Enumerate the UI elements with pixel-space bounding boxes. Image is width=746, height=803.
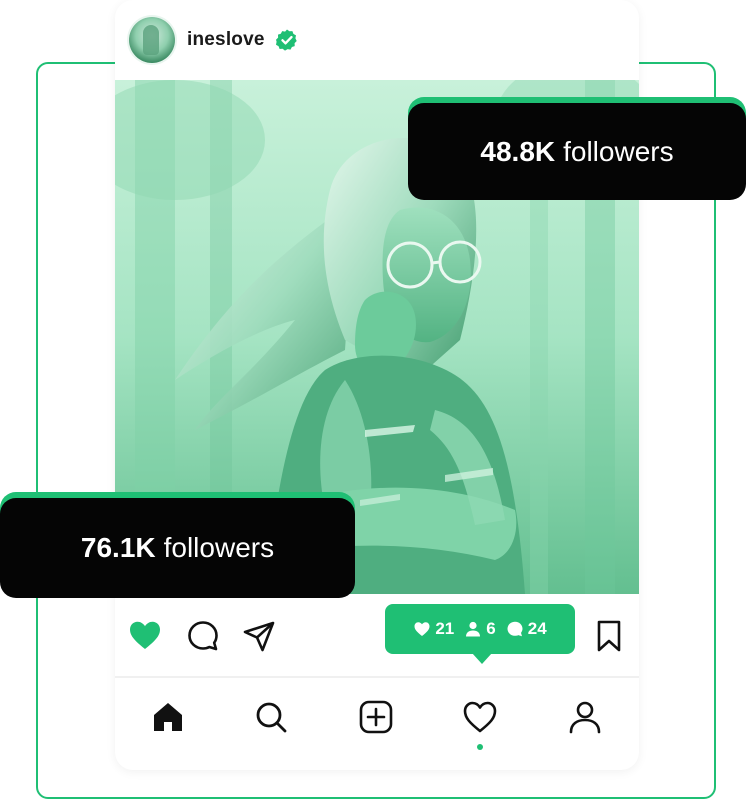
followers-badge-count: 48.8K	[480, 135, 556, 167]
person-icon	[466, 621, 481, 637]
likes-count: 21	[435, 619, 455, 638]
activity-stats-bubble[interactable]: 21 6 24	[385, 604, 575, 664]
active-tab-indicator	[477, 744, 483, 750]
post-actions: 21 6 24	[115, 600, 639, 672]
likes-stat: 21	[413, 619, 454, 639]
followers-badge-left: 76.1K followers	[0, 498, 355, 598]
followers-badge-right: 48.8K followers	[408, 103, 746, 200]
like-heart-icon[interactable]	[127, 618, 163, 654]
followers-badge-count: 76.1K	[80, 532, 156, 563]
comments-count: 24	[527, 619, 547, 638]
avatar[interactable]	[129, 17, 175, 63]
followers-count: 6	[486, 619, 496, 638]
followers-stat: 6	[464, 619, 496, 639]
add-post-icon[interactable]	[357, 698, 395, 736]
followers-badge-label: followers	[563, 135, 674, 167]
home-icon[interactable]	[149, 698, 187, 736]
search-icon[interactable]	[252, 698, 290, 736]
promo-stage: ineslove 21 6 24 48.8K followers 76.1K f…	[0, 0, 746, 803]
nav-divider	[115, 676, 639, 678]
post-header: ineslove	[129, 16, 299, 64]
profile-icon[interactable]	[566, 698, 604, 736]
comment-icon[interactable]	[185, 618, 221, 654]
bottom-nav	[115, 696, 639, 752]
followers-badge-label: followers	[163, 532, 275, 563]
heart-icon	[414, 622, 430, 636]
bookmark-icon[interactable]	[591, 618, 627, 654]
username[interactable]: ineslove	[187, 29, 265, 51]
send-icon[interactable]	[241, 618, 277, 654]
verified-badge-icon	[275, 28, 299, 52]
activity-heart-icon[interactable]	[461, 698, 499, 736]
comment-bubble-icon	[507, 621, 523, 637]
comments-stat: 24	[506, 619, 547, 639]
